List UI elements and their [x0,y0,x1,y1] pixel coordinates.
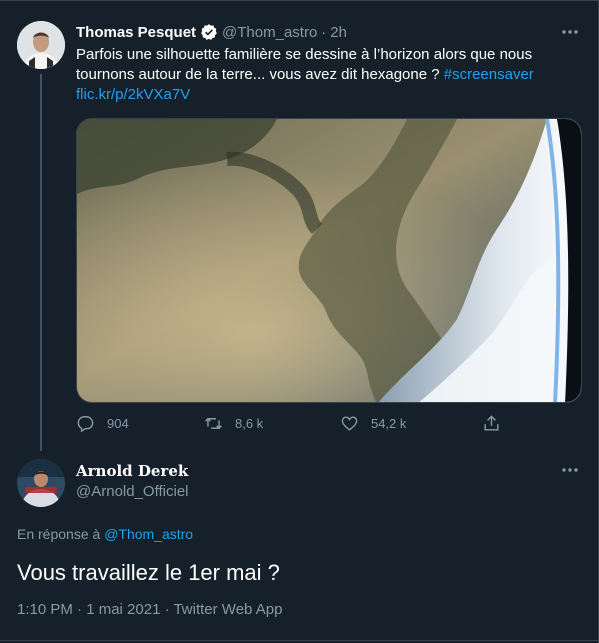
reply-action[interactable]: 904 [76,414,129,433]
tweet-text: Parfois une silhouette familière se dess… [76,45,536,105]
share-icon[interactable] [482,414,501,433]
astronaut-avatar-icon [17,21,65,69]
reply-author-name[interactable]: Arnold Derek [76,462,188,480]
tweet-time[interactable]: 2h [330,24,347,41]
reply-author-handle[interactable]: @Arnold_Officiel [76,483,189,500]
avatar[interactable] [17,21,65,69]
tweet-text-line2: tournons autour de la terre... vous avez… [76,66,444,83]
verified-badge-icon [201,24,217,40]
reply-context: En réponse à @Thom_astro [17,526,193,542]
url-link[interactable]: flic.kr/p/2kVXa7V [76,86,190,103]
author-handle[interactable]: @Thom_astro [222,24,317,41]
tweet-media-photo[interactable] [76,118,582,403]
bottom-divider [0,640,599,641]
author-name[interactable]: Thomas Pesquet [76,24,196,41]
avatar[interactable] [17,459,65,507]
user-avatar-icon [17,459,65,507]
more-options-icon[interactable] [560,460,580,480]
reply-count: 904 [107,416,129,431]
separator-dot: · [321,23,327,41]
share-action[interactable] [482,414,501,433]
more-options-icon[interactable] [560,22,580,42]
tweet-actions-bar: 904 8,6 k 54,2 k [76,414,506,438]
reply-icon[interactable] [76,414,95,433]
like-action[interactable]: 54,2 k [340,414,406,433]
retweet-action[interactable]: 8,6 k [204,414,263,433]
tweet-text-line1: Parfois une silhouette familière se dess… [76,46,533,63]
reply-timestamp[interactable]: 1:10 PM · 1 mai 2021 · Twitter Web App [17,601,282,618]
reply-target-link[interactable]: @Thom_astro [104,526,193,542]
retweet-icon[interactable] [204,414,223,433]
heart-icon[interactable] [340,414,359,433]
reply-prefix: En réponse à [17,526,101,542]
top-border [0,0,599,6]
like-count: 54,2 k [371,416,407,431]
hashtag-link[interactable]: #screensaver [444,66,534,83]
retweet-count: 8,6 k [235,416,264,431]
earth-from-space-photo-icon [77,119,581,402]
thread-connector-line [40,74,42,451]
reply-text: Vous travaillez le 1er mai ? [17,560,280,585]
